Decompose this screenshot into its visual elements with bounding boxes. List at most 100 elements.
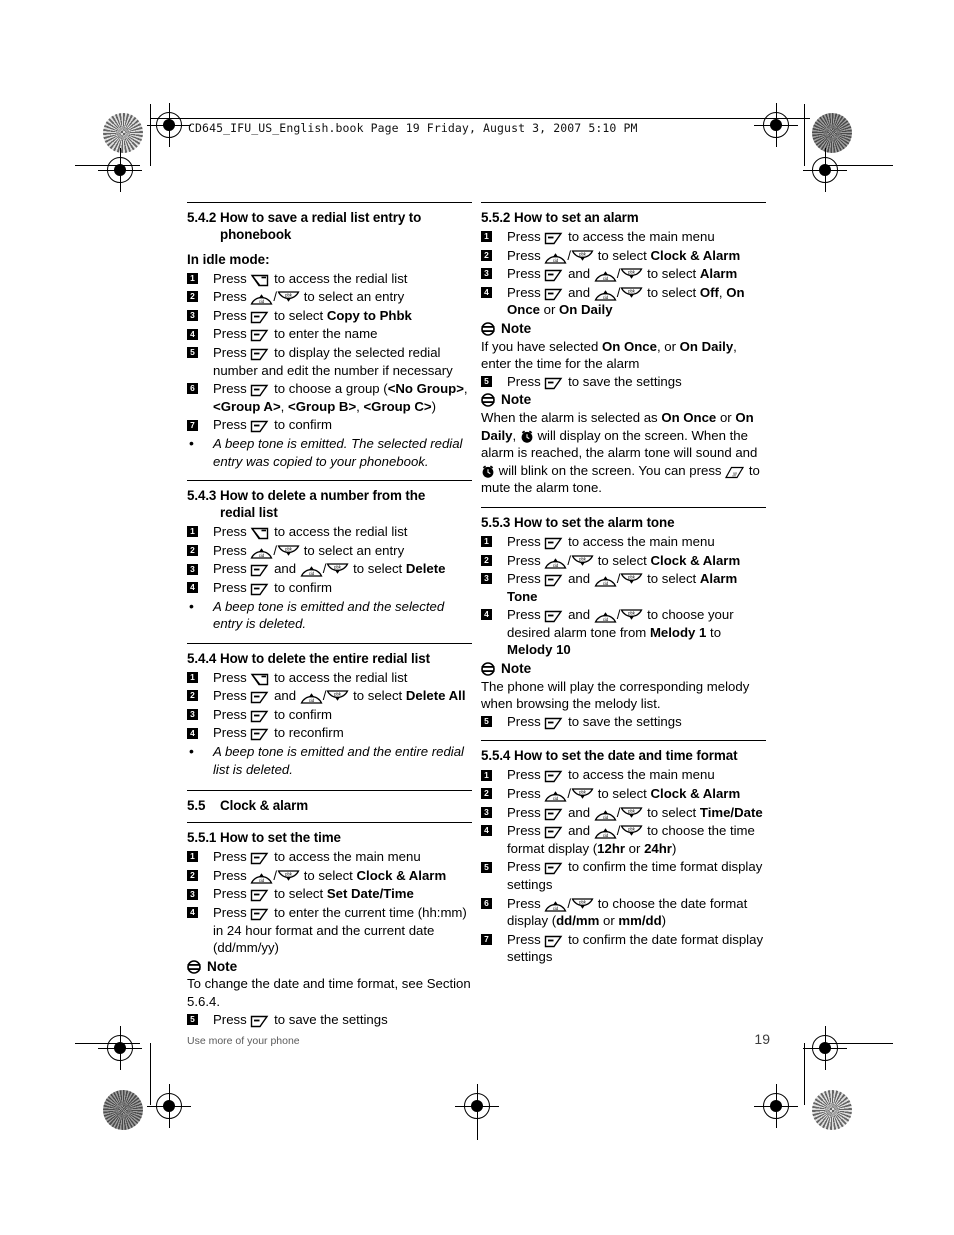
note-icon: [187, 959, 201, 974]
step-bold-value: Clock & Alarm: [650, 552, 741, 568]
up-cid-key-icon[interactable]: cid: [250, 291, 273, 305]
down-pbk-key-icon[interactable]: pbk: [620, 268, 643, 282]
down-pbk-key-icon[interactable]: pbk: [326, 690, 349, 704]
note-label: Note: [501, 392, 532, 408]
soft-key-icon[interactable]: [250, 564, 270, 577]
svg-text:cid: cid: [259, 553, 265, 558]
down-pbk-key-icon[interactable]: pbk: [571, 249, 594, 264]
up-cid-key-icon[interactable]: cid: [300, 563, 323, 577]
up-cid-key-icon[interactable]: cid: [300, 690, 323, 704]
down-pbk-key-icon[interactable]: pbk: [620, 287, 643, 301]
step-item: 4 Press to enter the current time (hh:mm)…: [187, 904, 472, 957]
step-text: to select an entry: [303, 542, 405, 558]
soft-key-icon[interactable]: [250, 1015, 270, 1028]
soft-key-icon[interactable]: [544, 808, 564, 821]
soft-key-icon[interactable]: [544, 574, 564, 587]
soft-key-icon[interactable]: [250, 908, 270, 921]
soft-key-icon[interactable]: [544, 232, 564, 245]
soft-key-icon[interactable]: [544, 537, 564, 550]
step-item: 4 Press and cid / pbk to choose your desire…: [481, 606, 766, 659]
down-pbk-key-icon[interactable]: pbk: [326, 563, 349, 577]
up-cid-key-icon[interactable]: cid: [594, 825, 617, 839]
step-conjunction: and: [568, 571, 591, 587]
step-number: 1: [187, 851, 198, 863]
steps-5-4-2: 1 Press to access the redial list 2 Press …: [187, 270, 472, 434]
down-pbk-key-icon[interactable]: pbk: [571, 788, 594, 802]
step-verb: Press: [213, 561, 247, 577]
redial-key-icon[interactable]: [250, 673, 270, 686]
soft-key-icon[interactable]: [250, 691, 270, 704]
up-cid-key-icon[interactable]: cid: [544, 250, 567, 264]
down-pbk-key-icon[interactable]: pbk: [620, 573, 643, 587]
step-item: 7 Press to confirm the date format displa…: [481, 931, 766, 966]
down-pbk-key-icon[interactable]: pbk: [571, 897, 594, 912]
page-content: 5.4.2 How to save a redial list entry to …: [0, 0, 954, 1235]
group-option: <No Group>: [387, 381, 464, 397]
soft-key-icon[interactable]: [544, 610, 564, 623]
down-pbk-key-icon[interactable]: pbk: [620, 806, 643, 821]
soft-key-icon[interactable]: [544, 770, 564, 783]
up-cid-key-icon[interactable]: cid: [594, 573, 617, 587]
redial-key-icon[interactable]: [250, 527, 270, 540]
soft-key-icon[interactable]: [544, 269, 564, 282]
step-number: 3: [481, 573, 492, 585]
redial-key-icon[interactable]: [250, 274, 270, 287]
svg-text:pbk: pbk: [629, 288, 637, 293]
up-cid-key-icon[interactable]: cid: [544, 788, 567, 802]
up-cid-key-icon[interactable]: cid: [594, 807, 617, 821]
up-cid-key-icon[interactable]: cid: [250, 870, 273, 884]
step-item: 5 Press to save the settings: [481, 373, 766, 391]
soft-key-icon[interactable]: [544, 717, 564, 730]
soft-key-icon[interactable]: [250, 852, 270, 865]
heading-5-5-2: 5.5.2 How to set an alarm: [481, 209, 766, 226]
step-verb: Press: [507, 786, 541, 802]
down-pbk-key-icon[interactable]: pbk: [277, 291, 300, 305]
on-off-key-icon[interactable]: on off: [725, 466, 745, 479]
step-item: 4 Press and cid / pbk to choose the time fo…: [481, 822, 766, 857]
soft-key-icon[interactable]: [250, 728, 270, 741]
soft-key-icon[interactable]: [544, 862, 564, 875]
soft-key-icon[interactable]: [250, 420, 270, 433]
steps-5-5-1-after: 5 Press to save the settings: [187, 1011, 472, 1029]
down-pbk-key-icon[interactable]: pbk: [277, 545, 300, 559]
step-number: 4: [481, 825, 492, 837]
soft-key-icon[interactable]: [544, 288, 564, 301]
step-item: 3 Press to confirm: [187, 706, 472, 724]
soft-key-icon[interactable]: [250, 583, 270, 596]
heading-title-5-5-1: How to set the time: [220, 830, 341, 846]
heading-number-5-4-2: 5.4.2: [187, 210, 217, 225]
down-pbk-key-icon[interactable]: pbk: [277, 870, 300, 884]
soft-key-icon[interactable]: [250, 384, 270, 397]
step-conjunction: and: [568, 804, 591, 820]
step-conjunction: and: [568, 266, 591, 282]
time-format-12hr: 12hr: [597, 840, 626, 856]
svg-text:cid: cid: [603, 815, 609, 820]
bullet-item: • A beep tone is emitted and the entire r…: [187, 743, 472, 778]
up-cid-key-icon[interactable]: cid: [544, 555, 567, 569]
soft-key-icon[interactable]: [250, 329, 270, 342]
note-heading: Note: [187, 958, 472, 976]
steps-5-5-1: 1 Press to access the main menu 2 Press ci…: [187, 848, 472, 957]
up-cid-key-icon[interactable]: cid: [594, 268, 617, 282]
soft-key-icon[interactable]: [250, 710, 270, 723]
up-cid-key-icon[interactable]: cid: [594, 609, 617, 623]
soft-key-icon[interactable]: [250, 348, 270, 361]
down-pbk-key-icon[interactable]: pbk: [571, 554, 594, 569]
soft-key-icon[interactable]: [544, 377, 564, 390]
svg-text:cid: cid: [603, 833, 609, 838]
alarm-option-on-daily: On Daily: [559, 302, 613, 318]
melody-end: Melody 10: [507, 642, 571, 658]
soft-key-icon[interactable]: [250, 311, 270, 324]
down-pbk-key-icon[interactable]: pbk: [620, 825, 643, 839]
soft-key-icon[interactable]: [250, 889, 270, 902]
down-pbk-key-icon[interactable]: pbk: [620, 609, 643, 623]
up-cid-key-icon[interactable]: cid: [250, 545, 273, 559]
step-number: 5: [481, 716, 492, 728]
heading-title-5-4-3-line1: How to delete a number from the: [220, 488, 426, 504]
up-cid-key-icon[interactable]: cid: [544, 898, 567, 912]
soft-key-icon[interactable]: [544, 935, 564, 948]
up-cid-key-icon[interactable]: cid: [594, 287, 617, 301]
soft-key-icon[interactable]: [544, 826, 564, 839]
step-text: to select: [274, 307, 327, 323]
step-verb: Press: [213, 706, 247, 722]
